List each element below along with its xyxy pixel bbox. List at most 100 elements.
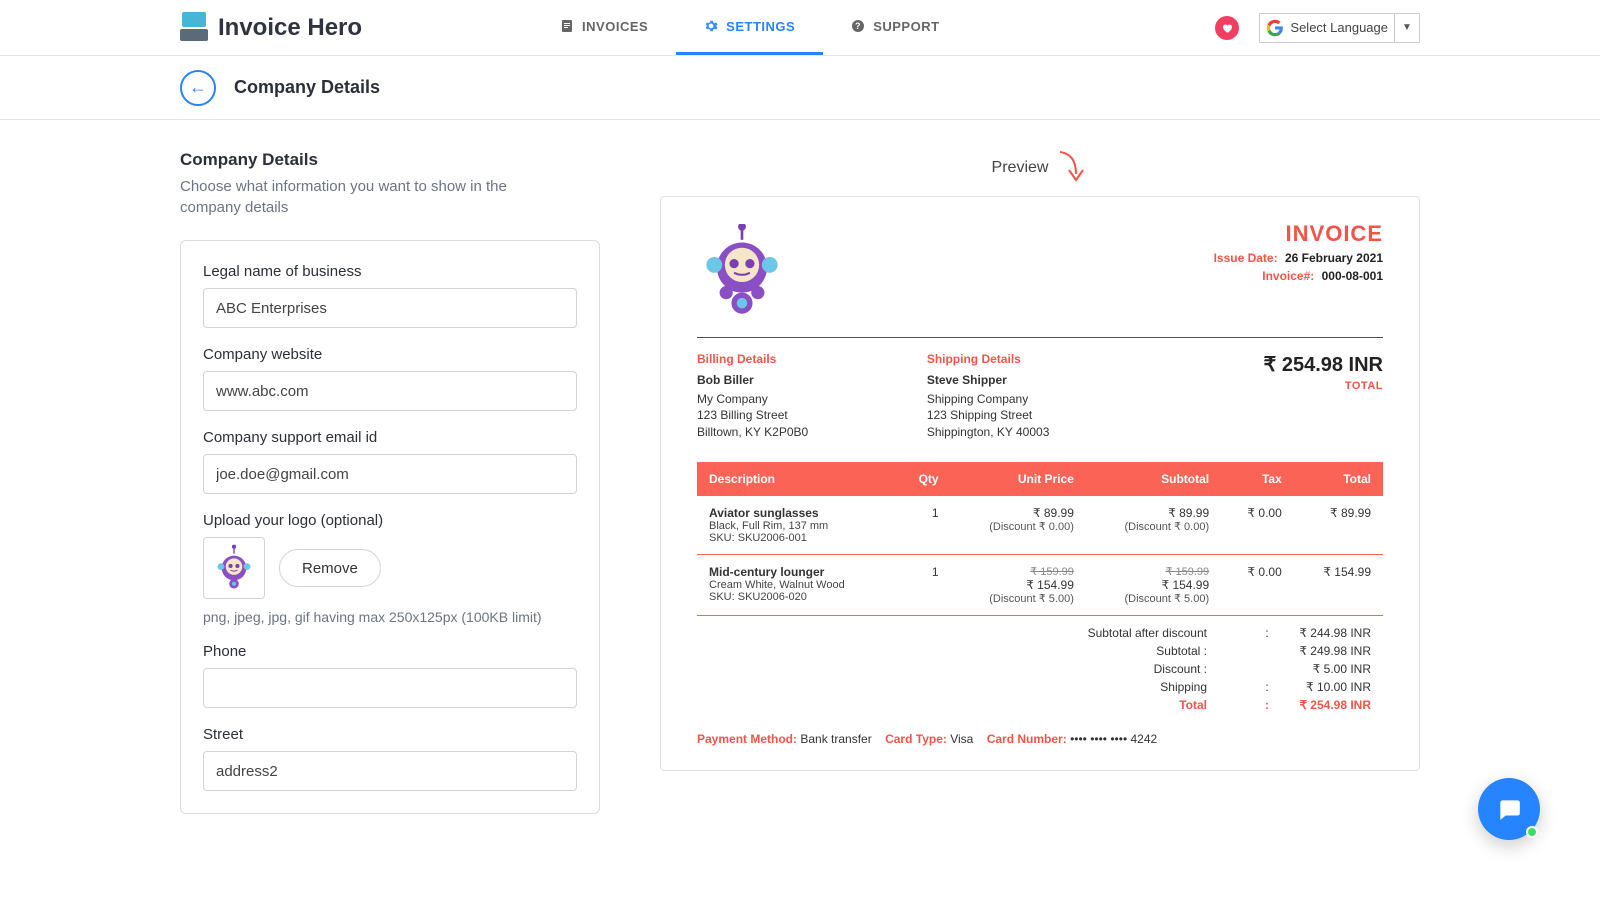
- invoices-icon: [560, 19, 574, 33]
- issue-date-value: 26 February 2021: [1285, 251, 1383, 265]
- topnav: Invoice Hero INVOICES SETTINGS ? SUPPORT: [0, 0, 1600, 56]
- nav-tabs: INVOICES SETTINGS ? SUPPORT: [532, 0, 967, 55]
- cardtype-label: Card Type:: [885, 732, 947, 746]
- online-dot-icon: [1526, 826, 1538, 838]
- logo-preview: [203, 537, 265, 599]
- shipping-city: Shippington, KY 40003: [927, 424, 1153, 440]
- billing-city: Billtown, KY K2P0B0: [697, 424, 923, 440]
- issue-date-label: Issue Date:: [1214, 251, 1278, 265]
- summary-subtotal-label: Subtotal :: [709, 644, 1263, 658]
- th-unit: Unit Price: [951, 462, 1086, 496]
- billing-name: Bob Biller: [697, 372, 923, 388]
- email-label: Company support email id: [203, 429, 577, 446]
- tab-invoices[interactable]: INVOICES: [532, 0, 676, 55]
- arrow-left-icon: ←: [189, 77, 207, 98]
- back-button[interactable]: ←: [180, 70, 216, 106]
- shipping-heading: Shipping Details: [927, 352, 1153, 366]
- tab-label: SETTINGS: [726, 19, 795, 34]
- payment-method-label: Payment Method:: [697, 732, 797, 746]
- brand-logo-icon: [180, 12, 208, 44]
- robot-icon: [702, 224, 782, 319]
- main-content: Company Details Choose what information …: [0, 120, 1600, 814]
- company-form: Legal name of business Company website C…: [180, 240, 600, 814]
- invoice-summary: Subtotal after discount:₹ 244.98 INR Sub…: [697, 624, 1383, 714]
- billing-company: My Company: [697, 391, 923, 407]
- invoice-no-label: Invoice#:: [1262, 269, 1314, 283]
- subheader: ← Company Details: [0, 56, 1600, 120]
- invoice-no-value: 000-08-001: [1322, 269, 1383, 283]
- invoice-meta: INVOICE Issue Date: 26 February 2021 Inv…: [1214, 221, 1383, 321]
- th-total: Total: [1294, 462, 1383, 496]
- summary-after-discount-label: Subtotal after discount: [709, 626, 1263, 640]
- preview-column: Preview: [660, 150, 1420, 814]
- shipping-details: Shipping Details Steve Shipper Shipping …: [927, 352, 1153, 440]
- page-title: Company Details: [234, 77, 380, 98]
- summary-shipping-value: ₹ 10.00 INR: [1271, 680, 1371, 694]
- shipping-name: Steve Shipper: [927, 372, 1153, 388]
- summary-total-value: ₹ 254.98 INR: [1271, 698, 1371, 712]
- nav-right: Select Language ▼: [1215, 13, 1420, 43]
- invoice-total: ₹ 254.98 INR TOTAL: [1157, 352, 1383, 440]
- total-amount: ₹ 254.98 INR: [1157, 352, 1383, 379]
- table-row: Mid-century loungerCream White, Walnut W…: [697, 554, 1383, 615]
- summary-shipping-label: Shipping: [709, 680, 1263, 694]
- divider: [697, 337, 1383, 338]
- street-input[interactable]: [203, 751, 577, 791]
- summary-discount-label: Discount :: [709, 662, 1263, 676]
- billing-details: Billing Details Bob Biller My Company 12…: [697, 352, 923, 440]
- th-tax: Tax: [1221, 462, 1294, 496]
- legal-name-label: Legal name of business: [203, 263, 577, 280]
- legal-name-input[interactable]: [203, 288, 577, 328]
- invoice-logo: [697, 221, 787, 321]
- language-select[interactable]: Select Language ▼: [1259, 13, 1420, 43]
- robot-icon: [211, 544, 257, 592]
- shipping-street: 123 Shipping Street: [927, 407, 1153, 423]
- logo-hint: png, jpeg, jpg, gif having max 250x125px…: [203, 609, 577, 625]
- payment-method-value: Bank transfer: [800, 732, 871, 746]
- summary-discount-value: ₹ 5.00 INR: [1271, 662, 1371, 676]
- tab-settings[interactable]: SETTINGS: [676, 0, 823, 55]
- gear-icon: [704, 19, 718, 33]
- arrow-curve-down-icon: [1058, 150, 1088, 186]
- street-label: Street: [203, 726, 577, 743]
- brand: Invoice Hero: [180, 12, 362, 44]
- shipping-company: Shipping Company: [927, 391, 1153, 407]
- logo-label: Upload your logo (optional): [203, 512, 577, 529]
- chat-icon: [1495, 796, 1523, 822]
- chat-button[interactable]: [1478, 778, 1540, 840]
- google-icon: [1266, 19, 1284, 37]
- preview-label: Preview: [992, 159, 1049, 177]
- chevron-down-icon: ▼: [1395, 22, 1419, 33]
- heart-icon: [1221, 22, 1233, 34]
- section-subtext: Choose what information you want to show…: [180, 176, 550, 218]
- remove-logo-button[interactable]: Remove: [279, 549, 381, 587]
- items-table: Description Qty Unit Price Subtotal Tax …: [697, 462, 1383, 616]
- cardnum-label: Card Number:: [987, 732, 1067, 746]
- language-label: Select Language: [1290, 14, 1395, 42]
- summary-after-discount-value: ₹ 244.98 INR: [1271, 626, 1371, 640]
- cardnum-value: •••• •••• •••• 4242: [1070, 732, 1157, 746]
- summary-total-label: Total: [709, 698, 1263, 712]
- heart-button[interactable]: [1215, 16, 1239, 40]
- billing-street: 123 Billing Street: [697, 407, 923, 423]
- cardtype-value: Visa: [950, 732, 973, 746]
- svg-text:?: ?: [855, 21, 861, 31]
- brand-name: Invoice Hero: [218, 14, 362, 42]
- invoice-preview: INVOICE Issue Date: 26 February 2021 Inv…: [660, 196, 1420, 771]
- phone-input[interactable]: [203, 668, 577, 708]
- invoice-title: INVOICE: [1214, 221, 1383, 247]
- payment-row: Payment Method: Bank transfer Card Type:…: [697, 732, 1383, 746]
- summary-subtotal-value: ₹ 249.98 INR: [1271, 644, 1371, 658]
- phone-label: Phone: [203, 643, 577, 660]
- total-label: TOTAL: [1157, 379, 1383, 394]
- section-heading: Company Details: [180, 150, 600, 170]
- website-input[interactable]: [203, 371, 577, 411]
- email-input[interactable]: [203, 454, 577, 494]
- th-sub: Subtotal: [1086, 462, 1221, 496]
- website-label: Company website: [203, 346, 577, 363]
- question-icon: ?: [851, 19, 865, 33]
- form-column: Company Details Choose what information …: [180, 150, 600, 814]
- tab-support[interactable]: ? SUPPORT: [823, 0, 967, 55]
- th-desc: Description: [697, 462, 896, 496]
- tab-label: INVOICES: [582, 19, 648, 34]
